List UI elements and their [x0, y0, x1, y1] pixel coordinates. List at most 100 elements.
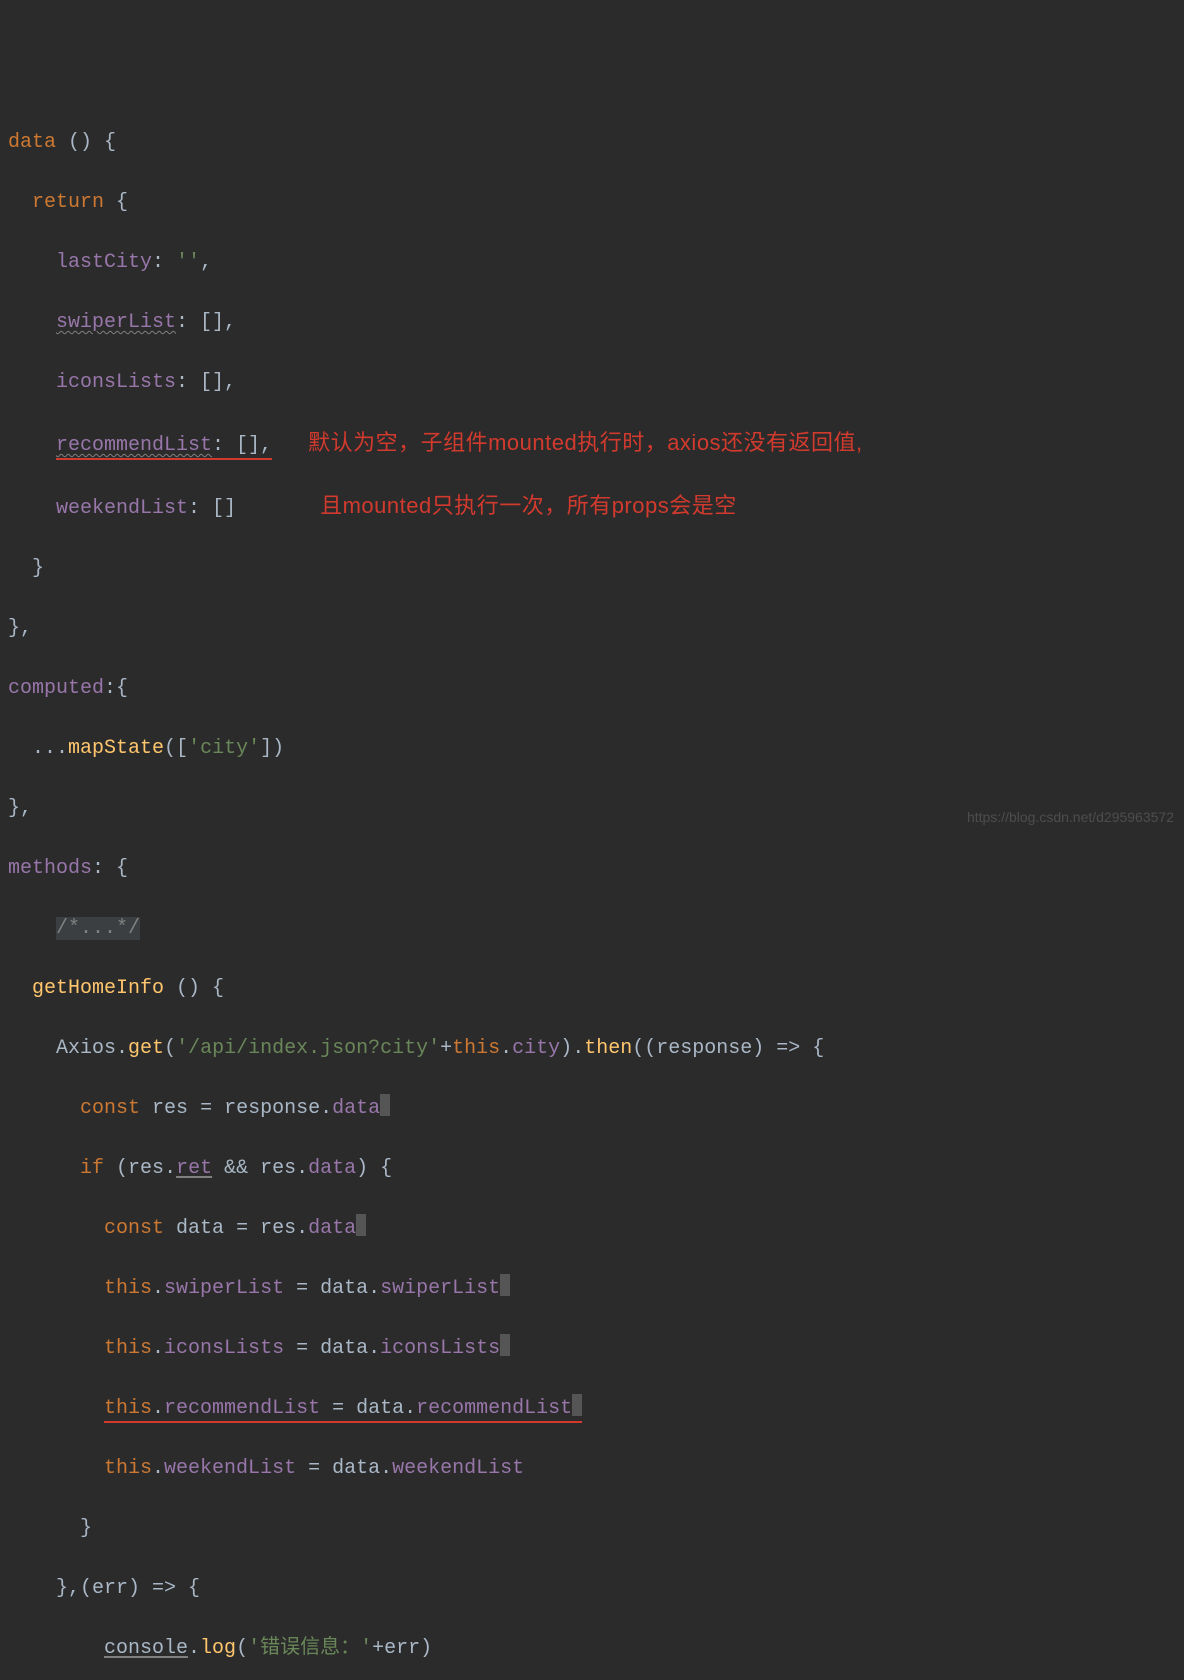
code-line[interactable]: return { — [0, 188, 1184, 218]
string: '' — [176, 251, 200, 274]
punct: }, — [8, 797, 32, 820]
prop: weekendList — [392, 1457, 524, 1480]
code-line[interactable]: /*...*/ — [0, 914, 1184, 944]
prop: methods — [8, 857, 92, 880]
code-line[interactable]: swiperList: [], — [0, 308, 1184, 338]
punct: , — [200, 251, 212, 274]
code-line[interactable]: lastCity: '', — [0, 248, 1184, 278]
prop: recommendList — [164, 1397, 320, 1420]
annotation-text: 默认为空，子组件mounted执行时，axios还没有返回值, — [308, 430, 863, 455]
param: response — [656, 1037, 752, 1060]
code-line[interactable]: Axios.get('/api/index.json?city'+this.ci… — [0, 1034, 1184, 1064]
obj: data — [320, 1337, 368, 1360]
prop: swiperList — [380, 1277, 500, 1300]
var: data — [176, 1217, 224, 1240]
cursor-icon — [572, 1394, 582, 1416]
punct: ( — [104, 1157, 128, 1180]
folded-comment[interactable]: /*...*/ — [56, 917, 140, 940]
code-line[interactable]: } — [0, 554, 1184, 584]
punct: && — [212, 1157, 260, 1180]
punct: . — [500, 1037, 512, 1060]
punct: ... — [32, 737, 68, 760]
code-line[interactable]: }, — [0, 614, 1184, 644]
string: 'city' — [188, 737, 260, 760]
code-line[interactable]: iconsLists: [], — [0, 368, 1184, 398]
obj: Axios — [56, 1037, 116, 1060]
code-line[interactable]: this.swiperList = data.swiperList — [0, 1274, 1184, 1304]
obj: data — [320, 1277, 368, 1300]
punct: + — [440, 1037, 452, 1060]
punct: ( — [164, 1037, 176, 1060]
prop: iconsLists — [56, 371, 176, 394]
punct: () { — [164, 977, 224, 1000]
code-line[interactable]: this.recommendList = data.recommendList — [0, 1394, 1184, 1424]
var: res — [152, 1097, 188, 1120]
punct: () { — [56, 131, 116, 154]
keyword: this — [104, 1277, 152, 1300]
punct: : [], — [176, 371, 236, 394]
obj: data — [356, 1397, 404, 1420]
punct: }, — [8, 617, 32, 640]
punct: : — [152, 251, 176, 274]
cursor-icon — [356, 1214, 366, 1236]
code-line[interactable]: weekendList: [] 且mounted只执行一次，所有props会是空 — [0, 491, 1184, 524]
var: res — [260, 1157, 296, 1180]
punct: . — [188, 1637, 200, 1660]
code-line[interactable]: const data = res.data — [0, 1214, 1184, 1244]
func: getHomeInfo — [32, 977, 164, 1000]
obj: response — [224, 1097, 320, 1120]
punct: . — [116, 1037, 128, 1060]
prop: weekendList — [56, 497, 188, 520]
keyword: if — [80, 1157, 104, 1180]
var: res — [128, 1157, 164, 1180]
punct: . — [380, 1457, 392, 1480]
punct: ]) — [260, 737, 284, 760]
code-line[interactable]: recommendList: [], 默认为空，子组件mounted执行时，ax… — [0, 428, 1184, 461]
punct: . — [404, 1397, 416, 1420]
watermark-text: https://blog.csdn.net/d295963572 — [967, 802, 1174, 832]
punct: : [], — [212, 434, 272, 457]
underline-red: this.recommendList = data.recommendList — [104, 1397, 582, 1423]
var: err — [384, 1637, 420, 1660]
punct: . — [296, 1157, 308, 1180]
code-line[interactable]: if (res.ret && res.data) { — [0, 1154, 1184, 1184]
code-line[interactable]: getHomeInfo () { — [0, 974, 1184, 1004]
punct: = — [296, 1457, 332, 1480]
prop: city — [512, 1037, 560, 1060]
code-line[interactable]: } — [0, 1514, 1184, 1544]
punct — [164, 1217, 176, 1240]
code-line[interactable]: this.weekendList = data.weekendList — [0, 1454, 1184, 1484]
prop: recommendList — [56, 434, 212, 457]
keyword: const — [104, 1217, 164, 1240]
prop: swiperList — [56, 311, 176, 334]
punct: . — [152, 1397, 164, 1420]
prop: data — [332, 1097, 380, 1120]
code-line[interactable]: },(err) => { — [0, 1574, 1184, 1604]
punct — [140, 1097, 152, 1120]
cursor-icon — [500, 1274, 510, 1296]
punct: . — [320, 1097, 332, 1120]
code-line[interactable]: computed:{ — [0, 674, 1184, 704]
func: log — [200, 1637, 236, 1660]
code-line[interactable]: this.iconsLists = data.iconsLists — [0, 1334, 1184, 1364]
punct: ) { — [356, 1157, 392, 1180]
punct: ) — [420, 1637, 432, 1660]
prop: recommendList — [416, 1397, 572, 1420]
code-line[interactable]: console.log('错误信息：'+err) — [0, 1634, 1184, 1664]
prop: ret — [176, 1157, 212, 1180]
keyword: this — [104, 1397, 152, 1420]
code-line[interactable]: ...mapState(['city']) — [0, 734, 1184, 764]
punct: { — [104, 191, 128, 214]
code-line[interactable]: const res = response.data — [0, 1094, 1184, 1124]
punct: ). — [560, 1037, 584, 1060]
obj: console — [104, 1637, 188, 1660]
prop: lastCity — [56, 251, 152, 274]
punct: . — [296, 1217, 308, 1240]
punct: . — [368, 1337, 380, 1360]
punct: = — [284, 1277, 320, 1300]
code-line[interactable]: data () { — [0, 128, 1184, 158]
prop: swiperList — [164, 1277, 284, 1300]
keyword: this — [452, 1037, 500, 1060]
code-line[interactable]: methods: { — [0, 854, 1184, 884]
punct: = — [320, 1397, 356, 1420]
